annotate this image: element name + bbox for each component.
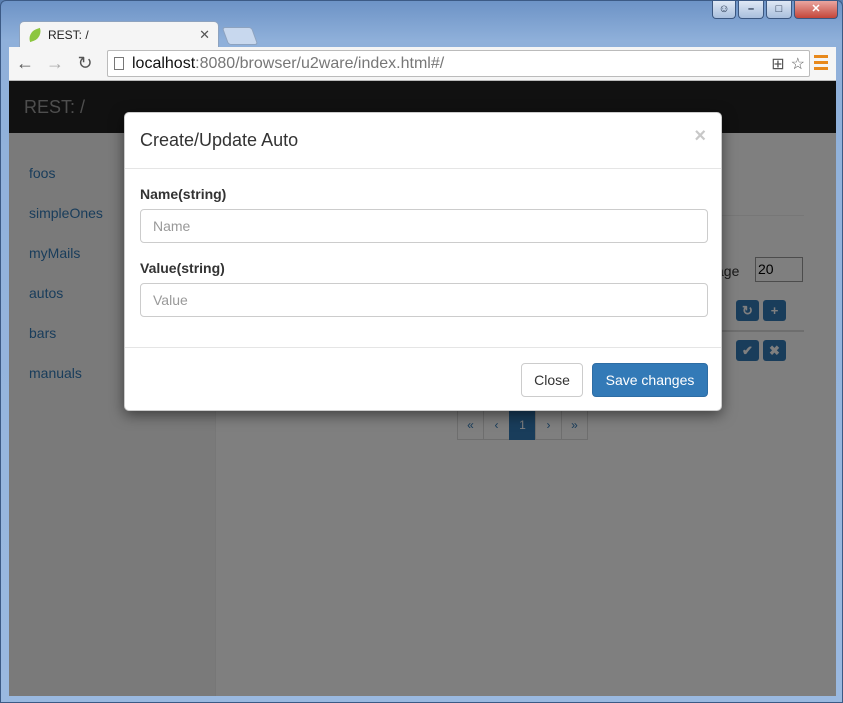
url-host: localhost	[132, 54, 196, 72]
browser-toolbar: ← → ↻ localhost:8080/browser/u2ware/inde…	[9, 47, 836, 81]
save-changes-button[interactable]: Save changes	[592, 363, 708, 397]
page-icon	[114, 57, 124, 70]
modal-header: Create/Update Auto ×	[125, 113, 721, 169]
page-viewport: REST: / foos simpleOnes myMails autos ba…	[9, 81, 836, 696]
tab-title: REST: /	[48, 27, 89, 42]
back-arrow-icon[interactable]: ←	[15, 53, 35, 74]
name-field[interactable]	[140, 209, 708, 243]
name-field-label: Name(string)	[140, 186, 227, 202]
url-path: :8080/browser/u2ware/index.html#/	[195, 54, 445, 72]
create-update-modal: Create/Update Auto × Name(string) Value(…	[124, 112, 722, 411]
new-tab-button[interactable]	[221, 27, 259, 45]
minimize-button[interactable]: –	[738, 1, 764, 19]
tab-close-icon[interactable]: ✕	[199, 27, 210, 43]
value-field-label: Value(string)	[140, 260, 225, 276]
browser-window: ☺ – □ ✕ REST: / ✕ ← → ↻ localhost:8080/b…	[0, 0, 843, 703]
spring-leaf-icon	[26, 27, 44, 42]
window-controls: ☺ – □ ✕	[712, 1, 838, 19]
reload-icon[interactable]: ↻	[75, 53, 95, 74]
modal-close-icon[interactable]: ×	[694, 125, 706, 148]
bookmark-star-icon[interactable]: ☆	[791, 54, 805, 74]
forward-arrow-icon[interactable]: →	[45, 53, 65, 74]
browser-tab[interactable]: REST: / ✕	[19, 21, 219, 47]
tab-strip: REST: / ✕	[9, 19, 836, 47]
user-icon[interactable]: ☺	[712, 1, 736, 19]
modal-title: Create/Update Auto	[140, 130, 299, 150]
close-window-button[interactable]: ✕	[794, 1, 838, 19]
address-bar[interactable]: localhost:8080/browser/u2ware/index.html…	[107, 50, 810, 77]
value-field[interactable]	[140, 283, 708, 317]
translate-icon[interactable]: ⊞	[771, 54, 784, 74]
browser-menu-icon[interactable]	[814, 55, 828, 73]
close-button[interactable]: Close	[521, 363, 583, 397]
maximize-button[interactable]: □	[766, 1, 792, 19]
modal-body: Name(string) Value(string)	[125, 169, 721, 348]
